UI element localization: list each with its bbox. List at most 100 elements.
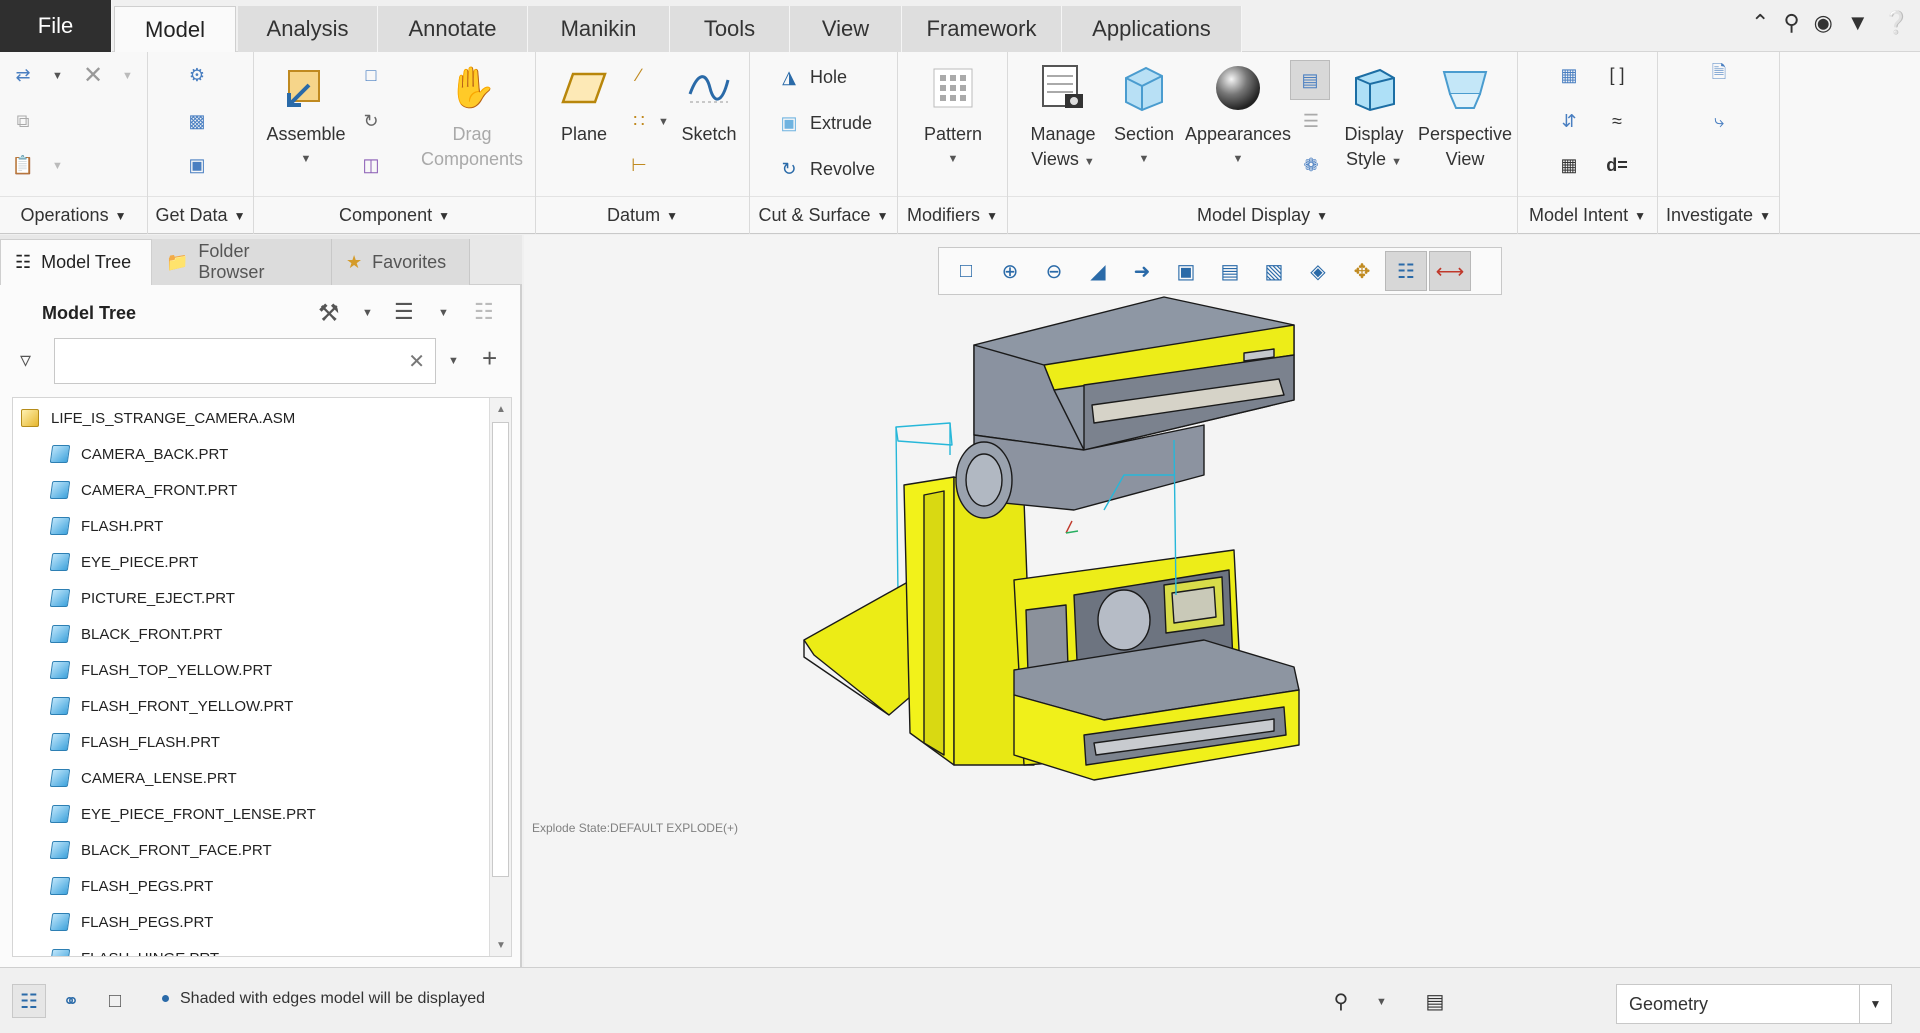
- user-defined-feature-icon[interactable]: ⚙: [184, 62, 210, 88]
- chevron-down-icon[interactable]: ▼: [1139, 147, 1150, 172]
- chevron-down-icon[interactable]: ▼: [1391, 156, 1402, 168]
- zoom-out-icon[interactable]: ⊖: [1033, 251, 1075, 291]
- scroll-down-icon[interactable]: ▼: [490, 934, 511, 956]
- paste-icon[interactable]: 📋: [10, 152, 36, 178]
- tab-model[interactable]: Model: [114, 6, 236, 53]
- chevron-down-icon[interactable]: ▼: [52, 160, 63, 172]
- explode-view-icon[interactable]: ⟷: [1429, 251, 1471, 291]
- group-label-investigate[interactable]: Investigate ▼: [1658, 196, 1779, 234]
- reference-viewer-icon[interactable]: ⤷: [1706, 108, 1732, 134]
- tab-view[interactable]: View: [790, 6, 902, 52]
- toggle-navigator-icon[interactable]: ☷: [12, 984, 46, 1018]
- axis-icon[interactable]: ∕: [626, 62, 652, 88]
- chevron-down-icon[interactable]: ▼: [1233, 147, 1244, 172]
- create-component-icon[interactable]: □: [358, 62, 384, 88]
- parameters-icon[interactable]: [ ]: [1604, 62, 1630, 88]
- tab-analysis[interactable]: Analysis: [238, 6, 378, 52]
- add-filter-icon[interactable]: +: [482, 343, 497, 374]
- shrinkwrap-icon[interactable]: ▣: [184, 152, 210, 178]
- appearances-button[interactable]: Appearances ▼: [1180, 62, 1296, 172]
- view-manager-icon[interactable]: ▧: [1253, 251, 1295, 291]
- chevron-down-icon[interactable]: ▼: [658, 116, 669, 128]
- sketch-button[interactable]: Sketch: [674, 62, 744, 147]
- point-icon[interactable]: ∷: [626, 108, 652, 134]
- tab-manikin[interactable]: Manikin: [528, 6, 670, 52]
- full-screen-icon[interactable]: □: [98, 984, 132, 1018]
- selection-filter-select[interactable]: Geometry ▼: [1616, 984, 1892, 1024]
- family-table-icon[interactable]: ▦: [1556, 152, 1582, 178]
- chevron-down-icon[interactable]: ▼: [1084, 156, 1095, 168]
- repaint-icon[interactable]: ◢: [1077, 251, 1119, 291]
- tab-folder-browser[interactable]: 📁 Folder Browser: [152, 239, 332, 285]
- repeat-icon[interactable]: ↻: [358, 108, 384, 134]
- zoom-in-icon[interactable]: ⊕: [989, 251, 1031, 291]
- regenerate-icon[interactable]: ⇄: [10, 62, 36, 88]
- model-info-icon[interactable]: 🗎: [1706, 62, 1732, 88]
- minimize-ribbon-icon[interactable]: ⌃: [1751, 10, 1769, 36]
- copy-icon[interactable]: ⧉: [10, 108, 36, 134]
- tree-root-node[interactable]: LIFE_IS_STRANGE_CAMERA.ASM: [21, 400, 295, 436]
- help-icon[interactable]: ❔: [1883, 10, 1910, 36]
- settings-list-icon[interactable]: ☰: [394, 299, 414, 325]
- tree-item[interactable]: FLASH_FRONT_YELLOW.PRT: [49, 688, 293, 724]
- command-search-icon[interactable]: ⚲: [1783, 10, 1799, 36]
- chevron-down-icon[interactable]: ▼: [1847, 10, 1869, 36]
- selection-buffer-icon[interactable]: ▤: [1418, 984, 1452, 1018]
- mirror-component-icon[interactable]: ◫: [358, 152, 384, 178]
- perspective-icon[interactable]: ◈: [1297, 251, 1339, 291]
- extrude-button[interactable]: ▣ Extrude: [776, 110, 872, 136]
- show-hide-columns-icon[interactable]: ☷: [474, 299, 494, 325]
- chevron-down-icon[interactable]: ▼: [1859, 985, 1891, 1023]
- tree-item[interactable]: CAMERA_LENSE.PRT: [49, 760, 237, 796]
- tree-item[interactable]: BLACK_FRONT_FACE.PRT: [49, 832, 272, 868]
- revolve-button[interactable]: ↻ Revolve: [776, 156, 875, 182]
- tree-item[interactable]: CAMERA_FRONT.PRT: [49, 472, 237, 508]
- tab-annotate[interactable]: Annotate: [378, 6, 528, 52]
- tree-scrollbar[interactable]: ▲ ▼: [489, 398, 511, 956]
- chevron-down-icon[interactable]: ▼: [52, 70, 63, 82]
- tree-item[interactable]: EYE_PIECE_FRONT_LENSE.PRT: [49, 796, 316, 832]
- tab-applications[interactable]: Applications: [1062, 6, 1242, 52]
- chevron-down-icon[interactable]: ▼: [301, 147, 312, 172]
- copy-geometry-icon[interactable]: ▩: [184, 108, 210, 134]
- chevron-down-icon[interactable]: ▼: [1376, 996, 1387, 1008]
- section-button[interactable]: Section ▼: [1106, 62, 1182, 172]
- group-label-get-data[interactable]: Get Data ▼: [148, 196, 253, 234]
- scroll-thumb[interactable]: [492, 422, 509, 877]
- pattern-button[interactable]: Pattern ▼: [916, 62, 990, 172]
- perspective-view-button[interactable]: Perspective View: [1412, 62, 1518, 172]
- hole-button[interactable]: ◮ Hole: [776, 64, 847, 90]
- model-tree-search-field[interactable]: ✕: [54, 338, 436, 384]
- tree-item[interactable]: FLASH.PRT: [49, 508, 163, 544]
- assemble-button[interactable]: Assemble ▼: [264, 62, 348, 172]
- tab-framework[interactable]: Framework: [902, 6, 1062, 52]
- tree-item[interactable]: FLASH_FLASH.PRT: [49, 724, 220, 760]
- find-icon[interactable]: ⚲: [1324, 984, 1358, 1018]
- tree-item[interactable]: FLASH_PEGS.PRT: [49, 868, 213, 904]
- layers-icon[interactable]: ☰: [1298, 108, 1324, 134]
- display-style-icon[interactable]: ▣: [1165, 251, 1207, 291]
- display-style-button[interactable]: Display Style ▼: [1334, 62, 1414, 175]
- scroll-up-icon[interactable]: ▲: [490, 398, 511, 420]
- switch-dimensions-icon[interactable]: ⇵: [1556, 108, 1582, 134]
- tree-item[interactable]: FLASH_PEGS.PRT: [49, 904, 213, 940]
- tree-item[interactable]: EYE_PIECE.PRT: [49, 544, 198, 580]
- group-label-cut-surface[interactable]: Cut & Surface ▼: [750, 196, 897, 234]
- group-label-datum[interactable]: Datum ▼: [536, 196, 749, 234]
- camera-3d-model[interactable]: [774, 295, 1494, 815]
- model-tree-search-input[interactable]: [55, 339, 395, 383]
- annotation-display-icon[interactable]: ☷: [1385, 251, 1427, 291]
- clear-search-icon[interactable]: ✕: [408, 349, 425, 374]
- publish-geometry-icon[interactable]: ▦: [1556, 62, 1582, 88]
- datum-display-icon[interactable]: ✥: [1341, 251, 1383, 291]
- tree-item[interactable]: BLACK_FRONT.PRT: [49, 616, 222, 652]
- delete-icon[interactable]: ✕: [80, 62, 106, 89]
- tab-model-tree[interactable]: ☷ Model Tree: [0, 239, 152, 285]
- filter-funnel-icon[interactable]: ▿: [20, 347, 31, 373]
- hidden-line-icon[interactable]: ❁: [1298, 152, 1324, 178]
- tools-icon[interactable]: ⚒: [318, 299, 340, 328]
- tree-item[interactable]: PICTURE_EJECT.PRT: [49, 580, 235, 616]
- tab-tools[interactable]: Tools: [670, 6, 790, 52]
- tree-item[interactable]: FLASH_HINGE.PRT: [49, 940, 219, 956]
- chevron-down-icon[interactable]: ▼: [448, 355, 459, 367]
